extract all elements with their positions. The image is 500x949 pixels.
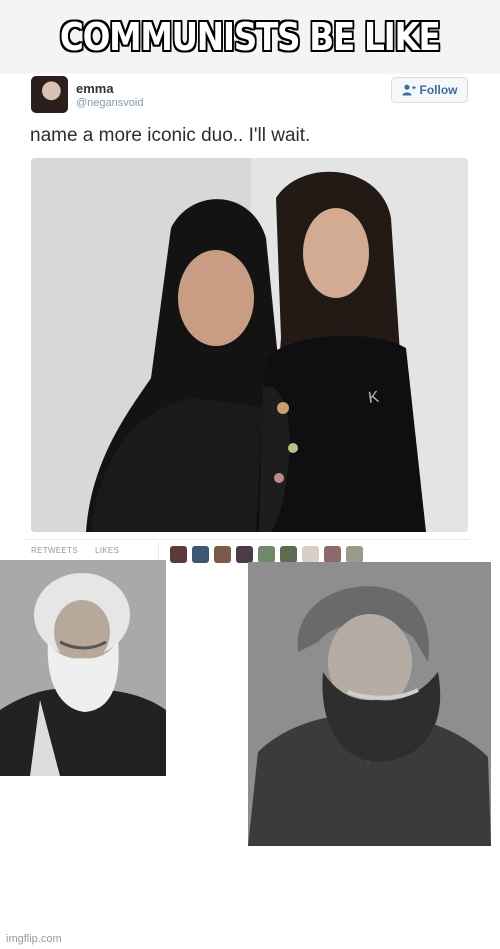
marx-portrait xyxy=(0,560,166,776)
avatar[interactable] xyxy=(31,76,68,113)
liker-avatar[interactable] xyxy=(236,546,253,563)
liker-avatar[interactable] xyxy=(214,546,231,563)
embedded-tweet: emma @negansvoid Follow name a more icon… xyxy=(25,74,475,563)
meme-header: COMMUNISTS BE LIKE xyxy=(0,0,500,74)
follow-button[interactable]: Follow xyxy=(391,77,468,103)
stats-row: RETWEETS LIKES xyxy=(25,539,470,563)
add-user-icon xyxy=(402,84,416,96)
imgflip-watermark: imgflip.com xyxy=(6,933,62,945)
liker-avatar[interactable] xyxy=(302,546,319,563)
liker-avatar[interactable] xyxy=(258,546,275,563)
bearded-man-portrait-left xyxy=(0,560,166,776)
display-name[interactable]: emma xyxy=(76,81,114,96)
engels-portrait xyxy=(248,562,491,846)
follow-label: Follow xyxy=(419,83,458,97)
liker-avatar[interactable] xyxy=(192,546,209,563)
bearded-man-portrait-right xyxy=(248,562,491,846)
liker-avatar[interactable] xyxy=(346,546,363,563)
tweet-text: name a more iconic duo.. I'll wait. xyxy=(30,125,311,146)
liker-avatar[interactable] xyxy=(170,546,187,563)
stats-divider xyxy=(158,542,159,560)
liker-avatars xyxy=(170,546,363,563)
liker-avatar[interactable] xyxy=(324,546,341,563)
retweets-label[interactable]: RETWEETS xyxy=(31,546,78,555)
likes-label[interactable]: LIKES xyxy=(95,546,119,555)
liker-avatar[interactable] xyxy=(280,546,297,563)
duo-photo-illustration: K xyxy=(31,158,468,532)
user-handle[interactable]: @negansvoid xyxy=(76,97,143,109)
tweet-photo[interactable]: K xyxy=(31,158,468,532)
top-caption: COMMUNISTS BE LIKE xyxy=(60,15,441,59)
